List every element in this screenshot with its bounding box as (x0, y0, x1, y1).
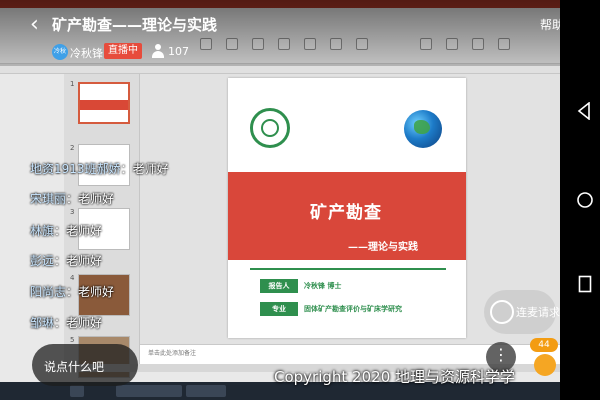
chat-user: 地资1913班郝娇 (30, 162, 121, 176)
chat-text: 老师好 (132, 162, 169, 176)
thumb-number: 1 (70, 80, 75, 88)
link-icon (490, 300, 514, 324)
nav-home-icon[interactable] (576, 191, 594, 209)
major-value: 固体矿产勘查评价与矿床学研究 (304, 305, 402, 313)
slide-subtitle: ——理论与实践 (348, 242, 418, 253)
chat-text: 老师好 (78, 192, 115, 206)
thumb-number: 3 (70, 208, 75, 216)
taskbar-item[interactable] (116, 385, 182, 397)
chat-text: 老师好 (66, 224, 103, 238)
viewer-count: 107 (168, 45, 189, 58)
chat-user: 彭远 (30, 254, 55, 268)
chat-user: 阳尚志 (30, 285, 67, 299)
link-request-label: 连麦请求 (516, 306, 560, 319)
chat-message: 宋琪丽：老师好 (30, 192, 115, 206)
like-count-badge: 44 (530, 338, 558, 352)
chat-input-placeholder: 说点什么吧 (44, 360, 105, 374)
avatar[interactable]: 冷秋 (52, 44, 68, 60)
thumb-number: 2 (70, 144, 75, 152)
major-tag: 专业 (260, 302, 298, 316)
university-logo-icon (250, 108, 290, 148)
chat-message: 林旗：老师好 (30, 224, 103, 238)
presenter-value: 冷秋锋 博士 (304, 282, 342, 290)
like-icon[interactable] (534, 354, 556, 376)
viewer-icon (152, 44, 164, 58)
nav-recent-apps-icon[interactable] (578, 275, 592, 293)
chat-user: 邹琳 (30, 316, 55, 330)
thumb-number: 4 (70, 274, 75, 282)
host-name: 冷秋锋 (70, 47, 103, 60)
live-status-badge: 直播中 (104, 43, 142, 59)
chat-message: 阳尚志：老师好 (30, 285, 115, 299)
chat-user: 宋琪丽 (30, 192, 67, 206)
presenter-tag: 报告人 (260, 279, 298, 293)
copyright-watermark: Copyright 2020 地理与资源科学学 (274, 368, 516, 386)
chat-text: 老师好 (78, 285, 115, 299)
page-title: 矿产勘查——理论与实践 (52, 16, 218, 34)
taskbar-item[interactable] (186, 385, 226, 397)
slide-title: 矿产勘查 (310, 203, 382, 223)
divider (250, 268, 446, 270)
chat-text: 老师好 (66, 254, 103, 268)
chat-message: 彭远：老师好 (30, 254, 103, 268)
chat-text: 老师好 (66, 316, 103, 330)
back-icon[interactable]: ‹ (30, 14, 44, 36)
slide-thumbnail[interactable] (78, 82, 130, 124)
taskbar-icon[interactable] (70, 385, 84, 397)
chat-message: 邹琳：老师好 (30, 316, 103, 330)
current-slide: 矿产勘查 ——理论与实践 报告人 冷秋锋 博士 专业 固体矿产勘查评价与矿床学研… (228, 78, 466, 338)
chat-message: 地资1913班郝娇：老师好 (30, 162, 169, 176)
globe-icon (404, 110, 442, 148)
chat-user: 林旗 (30, 224, 55, 238)
thumb-number: 5 (70, 336, 75, 344)
nav-back-icon[interactable] (577, 102, 591, 120)
